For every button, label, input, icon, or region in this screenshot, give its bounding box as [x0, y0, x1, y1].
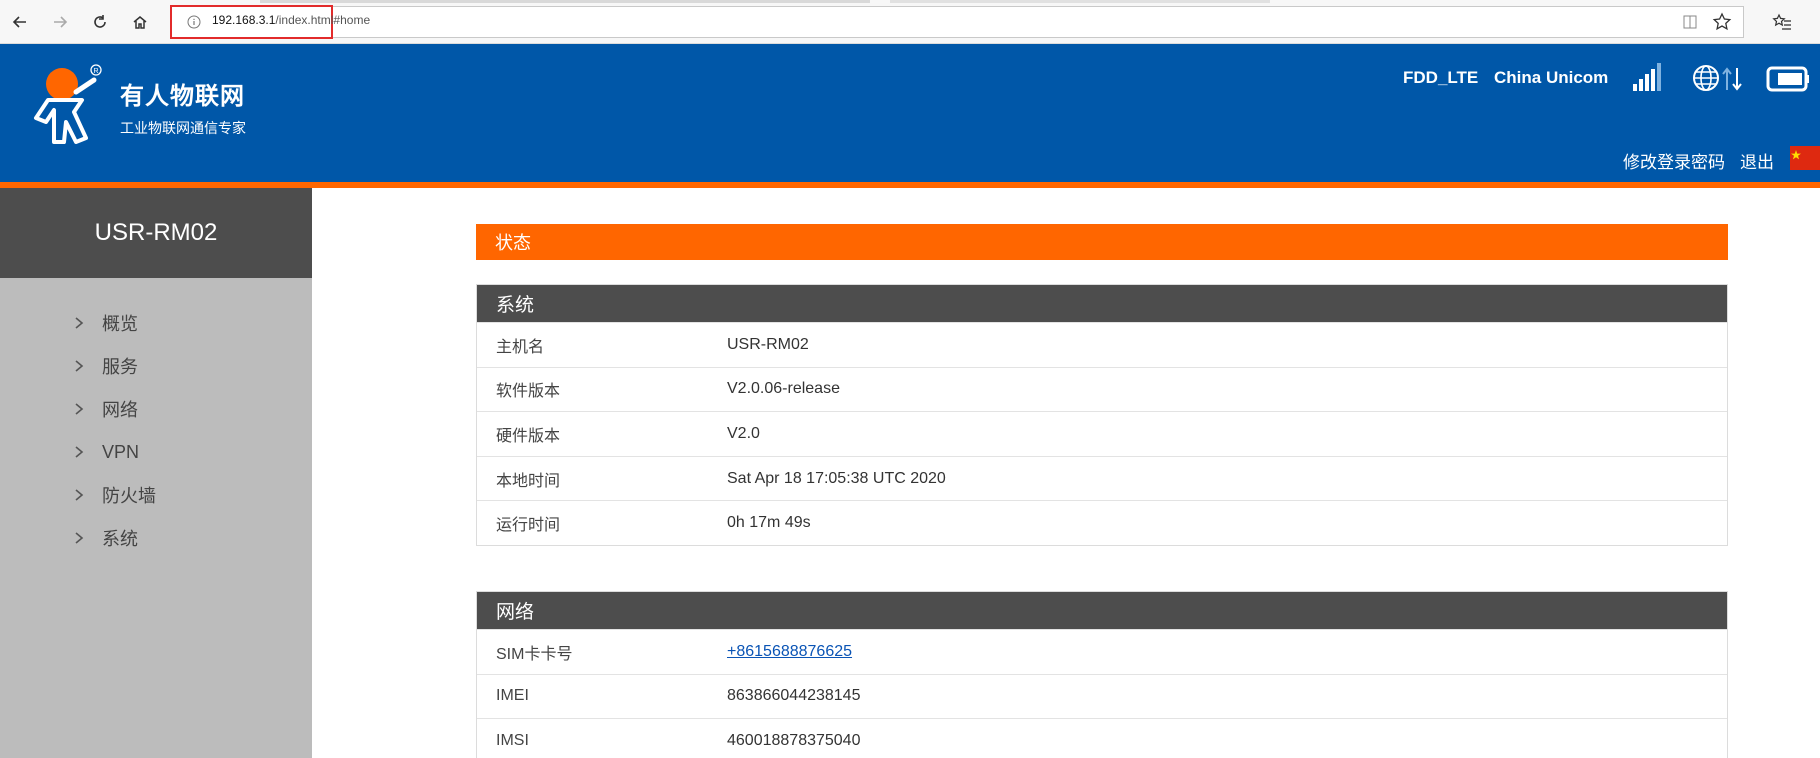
row-value: 460018878375040	[727, 731, 861, 749]
address-bar[interactable]	[170, 6, 1744, 38]
chevron-right-icon	[75, 403, 84, 415]
row-label: IMEI	[496, 687, 529, 705]
back-arrow-icon[interactable]	[8, 10, 32, 34]
chevron-right-icon	[75, 446, 84, 458]
table-row: 主机名 USR-RM02	[477, 322, 1727, 367]
sidebar-item-network[interactable]: 网络	[72, 395, 138, 423]
tab-strip-edge	[260, 0, 870, 3]
table-row: 软件版本 V2.0.06-release	[477, 366, 1727, 412]
brand-title: 有人物联网	[120, 83, 245, 110]
sidebar-item-label: VPN	[102, 441, 140, 462]
url-text[interactable]: 192.168.3.1/index.html#home	[212, 13, 370, 27]
url-path: /index.html#home	[275, 13, 371, 27]
row-value: Sat Apr 18 17:05:38 UTC 2020	[727, 469, 946, 487]
row-value: V2.0	[727, 424, 760, 442]
table-row: IMEI 863866044238145	[477, 673, 1727, 719]
chevron-right-icon	[75, 317, 84, 329]
row-label: 运行时间	[496, 517, 561, 535]
globe-icon	[1693, 65, 1719, 91]
data-transfer-icon	[1722, 67, 1742, 91]
favorites-icon[interactable]	[1772, 12, 1792, 32]
sidebar-item-label: 网络	[102, 400, 138, 420]
system-panel: 系统 主机名 USR-RM02 软件版本 V2.0.06-release 硬件版…	[476, 284, 1728, 546]
app-header	[0, 44, 1820, 182]
network-type: FDD_LTE	[1403, 68, 1479, 87]
table-row: 运行时间 0h 17m 49s	[477, 500, 1727, 545]
battery-icon	[1766, 66, 1809, 92]
usr-logo-icon: R	[34, 64, 102, 144]
row-value: 0h 17m 49s	[727, 514, 811, 532]
sidebar-item-label: 系统	[102, 529, 138, 549]
sim-number-link[interactable]: +8615688876625	[727, 643, 852, 661]
star-icon[interactable]	[1712, 12, 1732, 32]
row-label: 主机名	[496, 338, 545, 356]
sidebar-item-system[interactable]: 系统	[72, 524, 138, 552]
reader-mode-icon[interactable]	[1682, 14, 1698, 30]
row-label: 软件版本	[496, 383, 561, 401]
refresh-icon[interactable]	[88, 10, 112, 34]
forward-arrow-icon[interactable]	[48, 10, 72, 34]
system-panel-title: 系统	[477, 285, 1727, 322]
row-label: IMSI	[496, 731, 529, 749]
sidebar-item-firewall[interactable]: 防火墙	[72, 481, 156, 509]
logout-link[interactable]: 退出	[1740, 148, 1774, 173]
sidebar-item-label: 服务	[102, 357, 138, 377]
table-row: SIM卡卡号 +8615688876625	[477, 629, 1727, 674]
china-flag-icon[interactable]	[1790, 146, 1820, 170]
row-label: 硬件版本	[496, 427, 561, 445]
chevron-right-icon	[75, 489, 84, 501]
operator-name: China Unicom	[1494, 68, 1609, 87]
signal-strength-icon	[1633, 63, 1661, 91]
table-row: 本地时间 Sat Apr 18 17:05:38 UTC 2020	[477, 455, 1727, 501]
row-label: 本地时间	[496, 472, 561, 490]
tab-strip-edge-2	[890, 0, 1270, 3]
table-row: IMSI 460018878375040	[477, 718, 1727, 758]
browser-toolbar: 192.168.3.1/index.html#home	[0, 0, 1820, 44]
svg-text:R: R	[94, 68, 99, 75]
sidebar-item-services[interactable]: 服务	[72, 352, 138, 380]
network-panel-title: 网络	[477, 592, 1727, 629]
status-section-header: 状态	[476, 224, 1728, 260]
home-icon[interactable]	[128, 10, 152, 34]
sidebar-item-label: 防火墙	[102, 486, 156, 506]
network-panel: 网络 SIM卡卡号 +8615688876625 IMEI 8638660442…	[476, 591, 1728, 758]
device-name: USR-RM02	[0, 188, 312, 278]
sidebar-item-overview[interactable]: 概览	[72, 309, 138, 337]
chevron-right-icon	[75, 360, 84, 372]
sidebar-item-label: 概览	[102, 314, 138, 334]
change-password-link[interactable]: 修改登录密码	[1623, 148, 1725, 173]
row-value: V2.0.06-release	[727, 380, 840, 398]
sidebar-item-vpn[interactable]: VPN	[72, 438, 139, 466]
table-row: 硬件版本 V2.0	[477, 411, 1727, 456]
row-value: 863866044238145	[727, 687, 861, 705]
row-value: USR-RM02	[727, 335, 809, 353]
info-icon[interactable]	[187, 15, 201, 29]
url-host: 192.168.3.1	[212, 13, 276, 27]
row-label: SIM卡卡号	[496, 645, 573, 663]
chevron-right-icon	[75, 532, 84, 544]
brand-subtitle: 工业物联网通信专家	[120, 120, 246, 136]
